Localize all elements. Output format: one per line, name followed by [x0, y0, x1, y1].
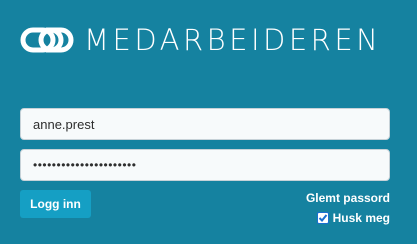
username-field[interactable]	[20, 108, 390, 140]
checkmark-icon	[318, 214, 327, 222]
remember-me-checkbox[interactable]	[316, 212, 329, 224]
chain-link-icon	[20, 27, 74, 53]
brand-name: MEDARBEIDEREN	[84, 23, 382, 57]
forgot-password-link[interactable]: Glemt passord	[306, 191, 390, 205]
password-field[interactable]	[20, 149, 390, 181]
brand-header: MEDARBEIDEREN	[20, 23, 381, 57]
login-button[interactable]: Logg inn	[20, 190, 91, 218]
remember-me-label: Husk meg	[332, 211, 390, 225]
remember-me-toggle[interactable]: Husk meg	[316, 211, 390, 225]
